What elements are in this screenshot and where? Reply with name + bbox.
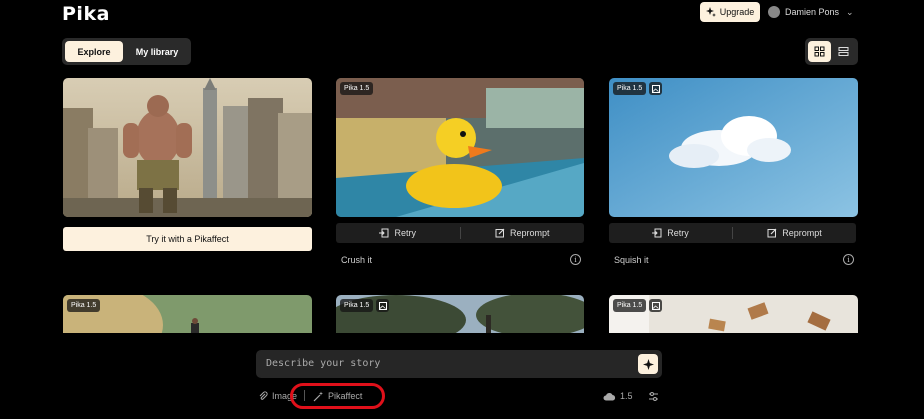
upgrade-label: Upgrade [719,7,755,17]
image-icon [649,299,662,312]
sparkle-icon [705,7,716,17]
generate-button[interactable] [638,354,658,374]
tab-explore[interactable]: Explore [65,41,123,62]
paperclip-icon [259,391,268,400]
sliders-icon [649,391,658,401]
card-actions: Retry Reprompt [336,223,584,243]
card-caption: Squish it [614,255,649,265]
reprompt-button[interactable]: Reprompt [461,223,585,243]
retry-label: Retry [667,228,689,238]
main-tabs: Explore My library [62,38,191,65]
pika-logo[interactable]: Pika [62,3,110,25]
user-menu[interactable]: Damien Pons ⌄ [768,4,854,20]
list-view-button[interactable] [833,41,856,62]
grid-view-button[interactable] [808,41,831,62]
view-toggle [805,38,858,65]
image-icon [649,82,662,95]
retry-icon [379,228,389,238]
upgrade-button[interactable]: Upgrade [700,2,760,22]
edit-icon [495,228,505,238]
retry-button[interactable]: Retry [336,223,460,243]
prompt-input[interactable]: Describe your story [266,358,380,369]
chevron-down-icon: ⌄ [846,6,854,17]
try-pikaffect-button[interactable]: Try it with a Pikaffect [63,227,312,251]
model-badge: Pika 1.5 [340,82,374,95]
info-icon[interactable]: i [843,254,854,265]
info-icon[interactable]: i [570,254,581,265]
user-name: Damien Pons [785,7,840,17]
model-badge: Pika 1.5 [613,299,647,312]
tab-my-library[interactable]: My library [126,41,188,62]
sparkle-icon [642,358,654,370]
settings-button[interactable] [648,389,659,403]
reprompt-label: Reprompt [782,228,822,238]
list-icon [838,47,849,56]
model-version: 1.5 [620,391,633,401]
reprompt-button[interactable]: Reprompt [733,223,856,243]
cloud-icon [603,392,616,400]
card-image-cloud[interactable]: Pika 1.5 [609,78,858,217]
card-image-giant[interactable] [63,78,312,217]
model-badge: Pika 1.5 [613,82,647,95]
card-caption: Crush it [341,255,373,265]
retry-label: Retry [394,228,416,238]
retry-icon [652,228,662,238]
reprompt-label: Reprompt [509,228,550,238]
prompt-box[interactable]: Describe your story [256,350,662,378]
retry-button[interactable]: Retry [609,223,732,243]
model-badge: Pika 1.5 [340,299,374,312]
avatar [768,6,780,18]
card-actions: Retry Reprompt [609,223,856,243]
model-selector[interactable]: 1.5 [603,389,633,403]
edit-icon [767,228,777,238]
card-image-duck[interactable]: Pika 1.5 [336,78,584,217]
model-badge: Pika 1.5 [67,299,101,312]
grid-icon [814,46,825,57]
highlight-ring [290,383,385,409]
image-icon [376,299,389,312]
